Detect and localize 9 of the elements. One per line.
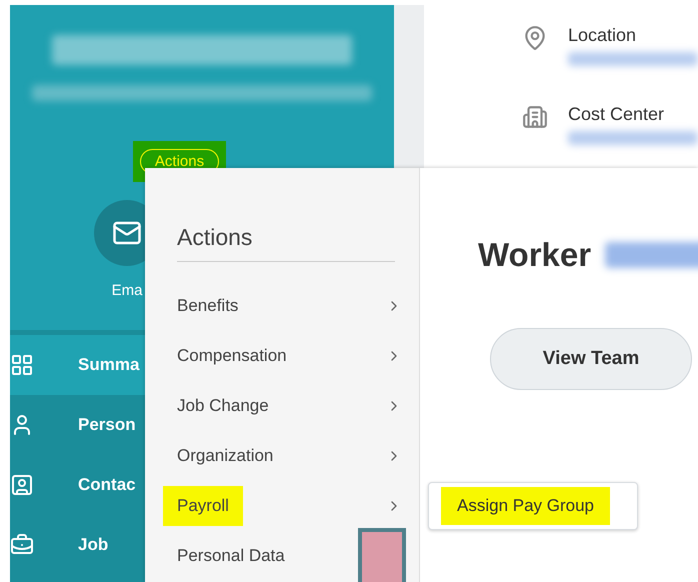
menu-title: Actions xyxy=(177,224,395,262)
detail-label: Cost Center xyxy=(568,104,666,125)
nav-label: Summa xyxy=(78,355,140,375)
nav-label: Contac xyxy=(78,475,136,495)
nav-label: Job xyxy=(78,535,108,555)
detail-label: Location xyxy=(568,25,638,46)
worker-title: Worker xyxy=(478,236,592,274)
nav-label: Person xyxy=(78,415,136,435)
email-label: Ema xyxy=(112,282,142,299)
